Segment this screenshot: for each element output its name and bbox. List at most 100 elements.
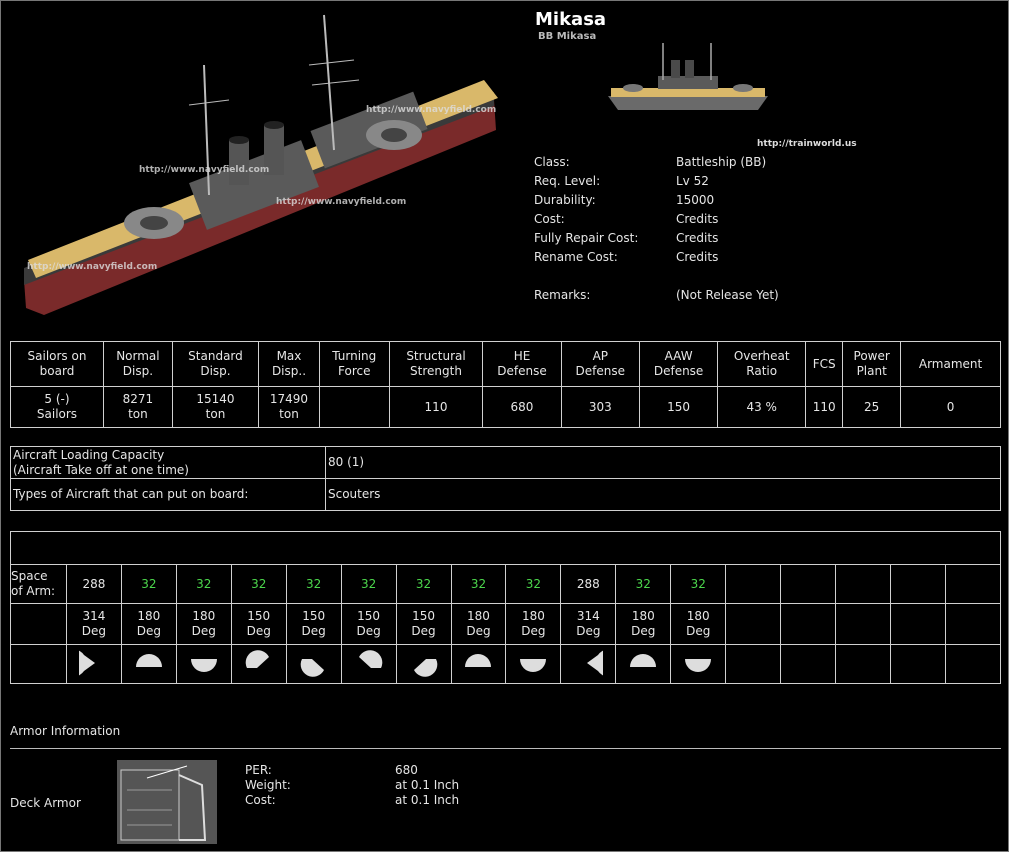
stats-value-text: ton	[128, 407, 148, 421]
stats-value-text: 17490	[269, 392, 309, 406]
info-value: 15000	[676, 192, 715, 207]
arm-arc-cell	[505, 644, 562, 684]
arm-deg-unit: Deg	[521, 624, 546, 638]
arm-deg-cell: 180 Deg	[505, 603, 562, 645]
stats-value-cell: 150	[638, 386, 719, 428]
arm-empty-cell	[725, 603, 782, 645]
stats-header-cell: Structural Strength	[388, 341, 484, 387]
arm-deg-unit: Deg	[191, 624, 216, 638]
info-value: Credits	[676, 230, 719, 245]
arm-deg-cell: 180 Deg	[615, 603, 672, 645]
stats-value-text: 0	[946, 399, 955, 414]
stats-value-cell: 25	[842, 386, 902, 428]
firing-arc-icon	[177, 649, 231, 679]
arm-deg-cell: 150 Deg	[395, 603, 452, 645]
info-row: Fully Repair Cost: Credits	[534, 228, 994, 247]
arm-empty-cell	[725, 644, 782, 684]
info-value	[676, 266, 994, 285]
arm-deg-value: 180	[137, 609, 161, 623]
info-key: Remarks:	[534, 287, 591, 302]
firing-arc-icon	[232, 649, 286, 679]
info-row: Durability: 15000	[534, 190, 994, 209]
arm-empty-cell	[835, 603, 892, 645]
arm-deg-value: 150	[247, 609, 271, 623]
arm-deg-unit: Deg	[246, 624, 271, 638]
info-key: Cost:	[534, 211, 565, 226]
arm-space-cell: 32	[395, 564, 452, 604]
stats-header-text: Plant	[856, 364, 887, 378]
info-row: Remarks: (Not Release Yet)	[534, 285, 994, 304]
info-value: Credits	[676, 211, 719, 226]
stats-value-cell: 17490 ton	[258, 386, 320, 428]
arm-space-cell: 32	[505, 564, 562, 604]
arm-empty-cell	[835, 564, 892, 604]
firing-arc-icon	[67, 649, 121, 679]
arm-space-cell: 32	[450, 564, 507, 604]
info-value: Credits	[676, 249, 719, 264]
arm-deg-value: 150	[357, 609, 381, 623]
arm-deg-cell: 180 Deg	[175, 603, 232, 645]
stats-header-text: Disp.	[200, 364, 231, 378]
info-key: Rename Cost:	[534, 249, 618, 264]
arm-empty-cell	[780, 644, 837, 684]
arm-deg-cell: 150 Deg	[285, 603, 342, 645]
armor-info-table: PER: 680 Weight: at 0.1 Inch Cost: at 0.1 …	[245, 762, 459, 807]
arm-deg-unit: Deg	[576, 624, 601, 638]
stats-header-cell: Normal Disp.	[102, 341, 173, 387]
info-key: Fully Repair Cost:	[534, 230, 639, 245]
arm-arc-cell	[450, 644, 507, 684]
stats-header-text: Power	[853, 349, 890, 363]
armor-value: at 0.1 Inch	[395, 777, 460, 792]
firing-arc-icon	[561, 649, 615, 679]
stats-value-cell: 680	[482, 386, 562, 428]
info-row: Cost: Credits	[534, 209, 994, 228]
stats-header-cell: Sailors on board	[10, 341, 104, 387]
stats-header-text: Defense	[653, 364, 704, 378]
stats-header-text: board	[39, 364, 75, 378]
firing-arc-icon	[506, 649, 560, 679]
stats-header-text: Structural	[406, 349, 466, 363]
arm-deg-value: 180	[521, 609, 545, 623]
stats-header-text: Strength	[410, 364, 462, 378]
info-row: Class: Battleship (BB)	[534, 152, 994, 171]
firing-arc-icon	[616, 649, 670, 679]
arm-arc-cell	[175, 644, 232, 684]
stats-header-text: Turning	[332, 349, 377, 363]
arm-deg-cell: 150 Deg	[230, 603, 287, 645]
info-value: Lv 52	[676, 173, 709, 188]
watermark-text: http://www.navyfield.com	[366, 105, 497, 115]
stats-value-cell: 15140 ton	[171, 386, 260, 428]
aircraft-capacity-label-line1: Aircraft Loading Capacity	[13, 447, 165, 462]
arm-deg-cell: 180 Deg	[450, 603, 507, 645]
arm-deg-cell: 180 Deg	[120, 603, 177, 645]
firing-arc-icon	[287, 649, 341, 679]
stats-header-text: AP	[592, 349, 609, 363]
firing-arc-icon	[122, 649, 176, 679]
armament-header-blank	[10, 531, 1001, 565]
aircraft-types-value: Scouters	[325, 478, 1001, 511]
arm-arc-cell	[395, 644, 452, 684]
stats-header-text: AAW	[664, 349, 693, 363]
space-label-line2: of Arm:	[11, 584, 56, 598]
arm-deg-value: 150	[412, 609, 435, 623]
arm-space-cell: 32	[285, 564, 342, 604]
arm-deg-value: 314	[576, 609, 600, 623]
deg-row-label	[10, 603, 67, 645]
divider	[10, 748, 1001, 749]
source-link[interactable]: http://trainworld.us	[757, 139, 857, 149]
stats-header-cell: Turning Force	[318, 341, 390, 387]
stats-header-text: Normal	[116, 349, 160, 363]
ship-image-large: http://www.navyfield.com http://www.navy…	[14, 10, 514, 320]
stats-header-cell: AP Defense	[560, 341, 640, 387]
arm-deg-value: 314	[82, 609, 106, 623]
stats-value-text: 110	[812, 399, 836, 414]
stats-value-cell: 110	[388, 386, 484, 428]
watermark-text: http://www.navyfield.com	[276, 197, 407, 207]
arm-arc-cell	[65, 644, 122, 684]
aircraft-capacity-label-line2: (Aircraft Take off at one time)	[13, 462, 189, 477]
ship-image-small	[603, 38, 773, 118]
arm-space-cell: 288	[65, 564, 122, 604]
aircraft-capacity-value: 80 (1)	[325, 446, 1001, 479]
arm-empty-cell	[944, 564, 1002, 604]
arm-empty-cell	[890, 644, 946, 684]
